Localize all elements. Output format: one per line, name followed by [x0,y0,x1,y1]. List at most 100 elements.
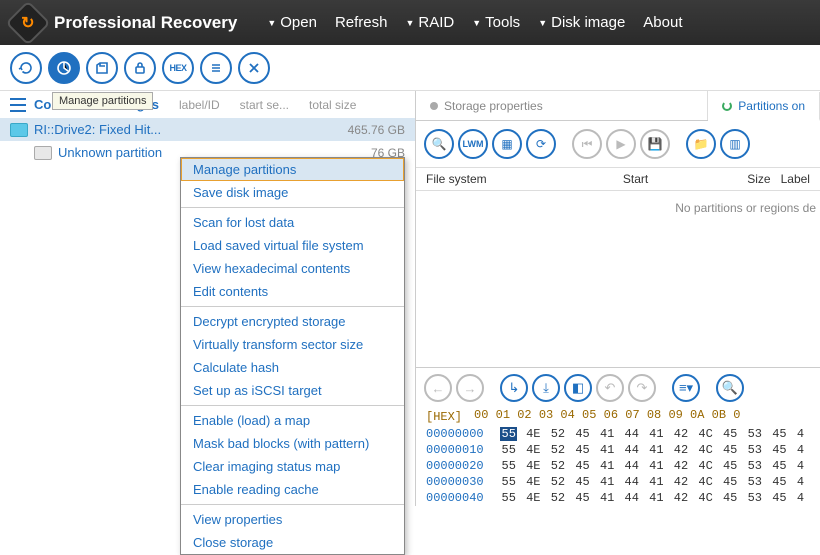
hex-bytes: 55 4E 52 45 41 44 41 42 4C 45 53 45 4 [500,491,806,505]
hex-download-button[interactable]: ⤓ [532,374,560,402]
ctx-item[interactable]: Virtually transform sector size [181,333,404,356]
refresh-button[interactable] [10,52,42,84]
columns-button[interactable]: ▥ [720,129,750,159]
menu-about[interactable]: About [643,14,682,31]
lock-button[interactable] [124,52,156,84]
ctx-item[interactable]: Decrypt encrypted storage [181,310,404,333]
col-label: label/ID [179,98,220,112]
hex-row[interactable]: 0000003055 4E 52 45 41 44 41 42 4C 45 53… [416,474,820,490]
ctx-item[interactable]: Mask bad blocks (with pattern) [181,432,404,455]
hex-row[interactable]: 0000001055 4E 52 45 41 44 41 42 4C 45 53… [416,442,820,458]
ctx-item[interactable]: Load saved virtual file system [181,234,404,257]
context-menu: Manage partitionsSave disk image Scan for… [180,157,405,555]
chevron-down-icon: ▼ [538,18,547,28]
hex-bytes: 55 4E 52 45 41 44 41 42 4C 45 53 45 4 [500,443,806,457]
spinner-icon [722,101,732,111]
ctx-item[interactable]: Calculate hash [181,356,404,379]
save-button[interactable]: 💾 [640,129,670,159]
ctx-item[interactable]: Set up as iSCSI target [181,379,404,402]
ctx-item[interactable]: View properties [181,508,404,531]
drive-size: 465.76 GB [348,123,405,137]
tab-partitions-label: Partitions on [738,99,805,113]
ctx-item[interactable]: Enable reading cache [181,478,404,501]
tab-storage-properties[interactable]: Storage properties [416,91,708,120]
app-header: ↻ Professional Recovery ▼Open Refresh ▼R… [0,0,820,45]
partition-icon [34,146,52,160]
dot-icon [430,102,438,110]
menu-disk-image-label: Disk image [551,14,625,31]
col-start: start se... [240,98,289,112]
hex-undo-button[interactable]: ↶ [596,374,624,402]
hex-column-offsets: 00 01 02 03 04 05 06 07 08 09 0A 0B 0 [472,408,740,426]
hex-offset: 00000000 [426,427,500,441]
hex-goto-button[interactable]: ↳ [500,374,528,402]
menu-about-label: About [643,14,682,31]
manage-partitions-button[interactable] [48,52,80,84]
hex-bytes: 55 4E 52 45 41 44 41 42 4C 45 53 45 4 [500,427,806,441]
hex-row[interactable]: 0000002055 4E 52 45 41 44 41 42 4C 45 53… [416,458,820,474]
hex-fwd-button[interactable]: → [456,374,484,402]
storage-row-drive[interactable]: RI::Drive2: Fixed Hit... 465.76 GB [0,118,415,141]
chevron-down-icon: ▼ [472,18,481,28]
hex-list-button[interactable]: ≡▾ [672,374,700,402]
tab-storage-properties-label: Storage properties [444,99,543,113]
hex-bookmark-button[interactable]: ◧ [564,374,592,402]
hex-row[interactable]: 0000004055 4E 52 45 41 44 41 42 4C 45 53… [416,490,820,506]
menu-tools[interactable]: ▼ Tools [472,14,520,31]
ctx-separator [181,504,404,505]
app-logo: ↻ [5,0,50,45]
hex-back-button[interactable]: ← [424,374,452,402]
main-menu: ▼Open Refresh ▼ RAID ▼ Tools ▼ Disk image A… [267,14,682,31]
grid-button[interactable]: ▦ [492,129,522,159]
ctx-separator [181,306,404,307]
ctx-item[interactable]: Close storage [181,531,404,554]
hex-button[interactable]: HEX [162,52,194,84]
hex-redo-button[interactable]: ↷ [628,374,656,402]
close-button[interactable] [238,52,270,84]
lvm-button[interactable]: LWM [458,129,488,159]
menu-disk-image[interactable]: ▼ Disk image [538,14,625,31]
chevron-down-icon: ▼ [405,18,414,28]
menu-open[interactable]: ▼Open [267,14,317,31]
col-filesystem[interactable]: File system [426,172,623,186]
menu-raid-label: RAID [418,14,454,31]
ctx-item[interactable]: Edit contents [181,280,404,303]
hex-offset: 00000040 [426,491,500,505]
col-start[interactable]: Start [623,172,702,186]
hex-bytes: 55 4E 52 45 41 44 41 42 4C 45 53 45 4 [500,459,806,473]
main-content: Connected storages label/ID start se... … [0,91,820,506]
ctx-separator [181,405,404,406]
hex-offset: 00000020 [426,459,500,473]
list-button[interactable] [200,52,232,84]
ctx-item[interactable]: Save disk image [181,181,404,204]
ctx-item[interactable]: Enable (load) a map [181,409,404,432]
ctx-item[interactable]: Scan for lost data [181,211,404,234]
menu-raid[interactable]: ▼ RAID [405,14,454,31]
tab-partitions[interactable]: Partitions on [708,92,820,121]
ctx-item[interactable]: Clear imaging status map [181,455,404,478]
col-size[interactable]: Size [702,172,771,186]
ctx-item[interactable]: View hexadecimal contents [181,257,404,280]
storage-columns: label/ID start se... total size [179,98,356,112]
hex-row[interactable]: 0000000055 4E 52 45 41 44 41 42 4C 45 53… [416,426,820,442]
play-button[interactable]: ▶ [606,129,636,159]
prev-button[interactable]: ⏮ [572,129,602,159]
menu-open-label: Open [280,14,317,31]
app-title: Professional Recovery [54,13,237,33]
menu-refresh[interactable]: Refresh [335,14,388,31]
hex-search-button[interactable]: 🔍 [716,374,744,402]
ctx-separator [181,207,404,208]
menu-refresh-label: Refresh [335,14,388,31]
ctx-item[interactable]: Manage partitions [181,158,404,181]
col-label[interactable]: Label [771,172,810,186]
folder-button[interactable]: 📁 [686,129,716,159]
menu-tools-label: Tools [485,14,520,31]
hex-offset: 00000030 [426,475,500,489]
save-image-button[interactable] [86,52,118,84]
zoom-button[interactable]: 🔍 [424,129,454,159]
hex-toolbar: ← → ↳ ⤓ ◧ ↶ ↷ ≡▾ 🔍 [416,368,820,408]
cycle-button[interactable]: ⟳ [526,129,556,159]
drive-icon [10,123,28,137]
hex-rows: 0000000055 4E 52 45 41 44 41 42 4C 45 53… [416,426,820,506]
hex-section: ← → ↳ ⤓ ◧ ↶ ↷ ≡▾ 🔍 [HEX] 00 01 02 03 04 … [416,367,820,506]
